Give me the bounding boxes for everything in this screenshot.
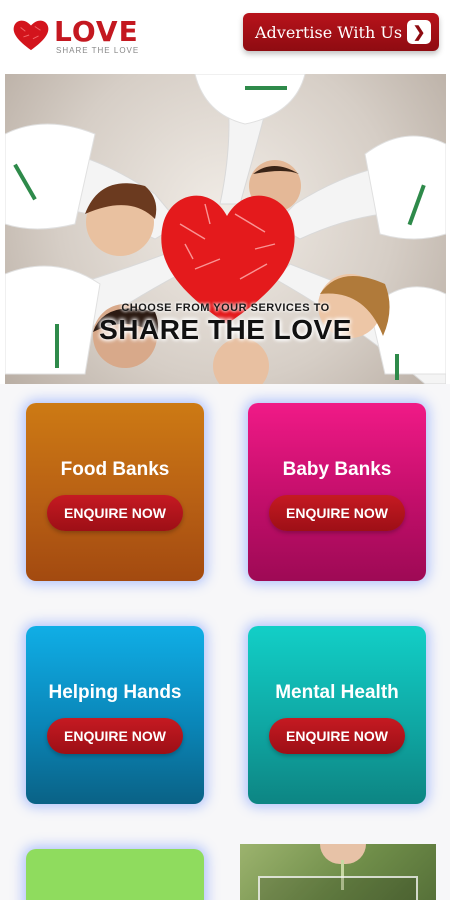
enquire-now-button[interactable]: ENQUIRE NOW — [269, 495, 405, 531]
service-card-title: Helping Hands — [48, 682, 182, 703]
app-header: LOVE SHARE THE LOVE Advertise With Us ❯ — [0, 0, 450, 72]
love-logo[interactable]: LOVE SHARE THE LOVE — [12, 14, 142, 60]
advertise-button-label: Advertise With Us — [255, 22, 403, 42]
hero-banner: CHOOSE FROM YOUR SERVICES TO SHARE THE L… — [5, 74, 446, 384]
service-card-title: Mental Health — [275, 682, 399, 703]
heart-logo-icon — [13, 20, 49, 51]
hero-subtitle: CHOOSE FROM YOUR SERVICES TO — [121, 302, 330, 314]
enquire-now-button[interactable]: ENQUIRE NOW — [269, 718, 405, 754]
enquire-now-button[interactable]: ENQUIRE NOW — [47, 495, 183, 531]
advertise-button[interactable]: Advertise With Us ❯ — [243, 13, 439, 51]
photo-label-box — [258, 876, 418, 900]
hero-title: SHARE THE LOVE — [99, 314, 352, 345]
enquire-now-button[interactable]: ENQUIRE NOW — [47, 718, 183, 754]
service-card-title: Food Banks — [60, 459, 170, 480]
service-card-partial[interactable] — [26, 849, 204, 900]
service-card-helping-hands[interactable]: Helping Hands ENQUIRE NOW — [26, 626, 204, 804]
service-card-baby-banks[interactable]: Baby Banks ENQUIRE NOW — [248, 403, 426, 581]
service-card-title: Baby Banks — [282, 459, 392, 480]
logo-wordmark: LOVE — [54, 15, 139, 48]
chevron-right-icon: ❯ — [407, 20, 431, 44]
services-grid: Food Banks ENQUIRE NOW Baby Banks ENQUIR… — [0, 384, 450, 900]
service-card-photo-partial[interactable] — [240, 844, 436, 900]
service-card-food-banks[interactable]: Food Banks ENQUIRE NOW — [26, 403, 204, 581]
logo-tagline: SHARE THE LOVE — [56, 46, 140, 55]
service-card-mental-health[interactable]: Mental Health ENQUIRE NOW — [248, 626, 426, 804]
